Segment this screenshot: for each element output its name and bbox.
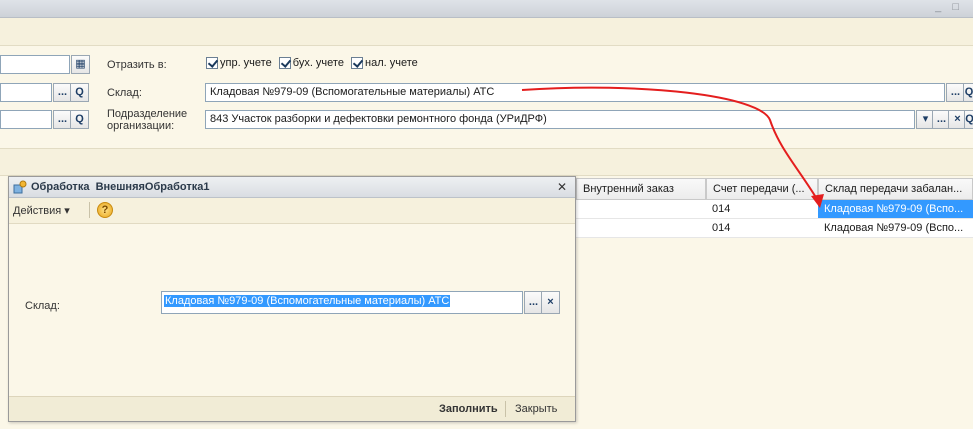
dialog-warehouse-value: Кладовая №979-09 (Вспомогательные матери… <box>164 295 451 307</box>
dialog-title-name: ВнешняяОбработка1 <box>95 181 210 193</box>
menu-separator <box>89 202 90 218</box>
actions-menu-label: Действия <box>13 205 62 217</box>
clear-icon[interactable]: × <box>541 291 560 314</box>
actions-menu[interactable]: Действия ▾ <box>13 204 70 217</box>
dialog-menu-bar: Действия ▾ ? <box>9 198 575 224</box>
footer-separator <box>505 401 506 417</box>
processing-icon <box>13 180 27 194</box>
close-icon[interactable]: ✕ <box>557 180 567 194</box>
dialog-titlebar: Обработка ВнешняяОбработка1 ✕ <box>9 177 575 198</box>
dialog-title-prefix: Обработка <box>31 181 90 193</box>
fill-button[interactable]: Заполнить <box>439 403 498 415</box>
chevron-down-icon: ▾ <box>64 205 70 217</box>
dialog-warehouse-label: Склад: <box>25 300 60 312</box>
dialog-warehouse-field[interactable]: Кладовая №979-09 (Вспомогательные матери… <box>161 291 523 314</box>
help-icon[interactable]: ? <box>97 202 113 218</box>
processing-dialog: Обработка ВнешняяОбработка1 ✕ Действия ▾… <box>8 176 576 422</box>
dialog-title: Обработка ВнешняяОбработка1 <box>31 181 209 193</box>
dialog-footer: Заполнить Закрыть <box>9 396 575 421</box>
close-button[interactable]: Закрыть <box>515 403 557 415</box>
